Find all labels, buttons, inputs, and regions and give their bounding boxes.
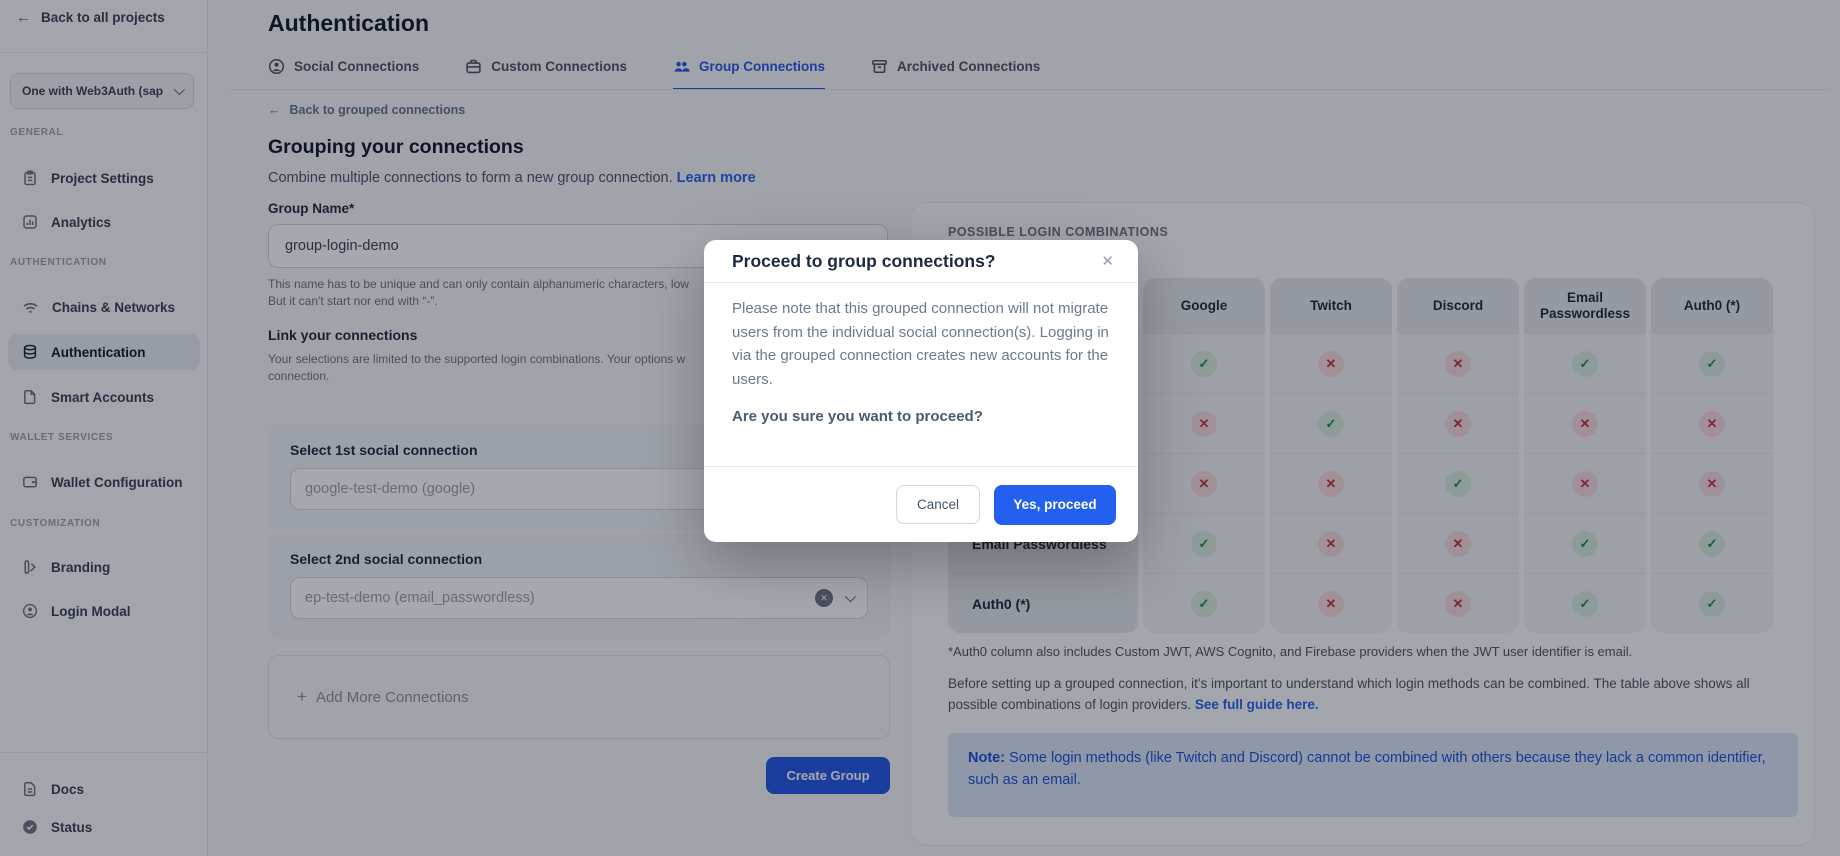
- dialog-body: Please note that this grouped connection…: [704, 283, 1138, 425]
- close-icon[interactable]: ✕: [1097, 248, 1118, 274]
- cancel-button[interactable]: Cancel: [896, 485, 980, 524]
- dialog-footer: Cancel Yes, proceed: [704, 466, 1138, 542]
- proceed-dialog: Proceed to group connections? ✕ Please n…: [704, 240, 1138, 542]
- dialog-header: Proceed to group connections? ✕: [704, 240, 1138, 283]
- dialog-message: Please note that this grouped connection…: [732, 297, 1110, 391]
- dialog-question: Are you sure you want to proceed?: [732, 408, 1110, 425]
- yes-proceed-button[interactable]: Yes, proceed: [994, 485, 1116, 525]
- app-window: ← Back to all projects One with Web3Auth…: [0, 0, 1840, 856]
- dialog-title: Proceed to group connections?: [732, 251, 1097, 272]
